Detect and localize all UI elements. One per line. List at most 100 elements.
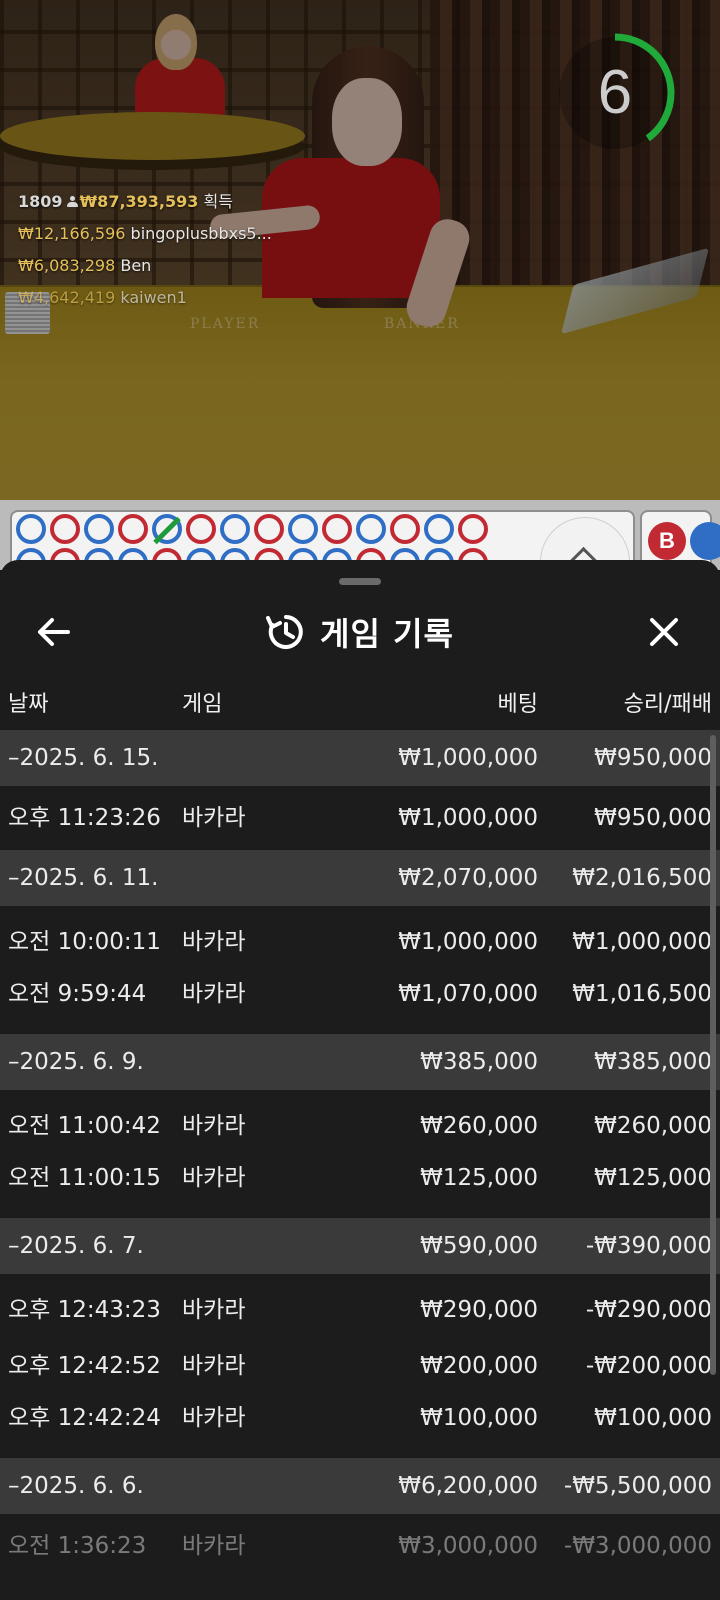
group-result-total: ₩950,000 <box>594 745 712 771</box>
page-title: 게임 기록 <box>320 615 454 653</box>
game-round-row[interactable]: 오전 1:36:23 바카라 ₩3,000,000 -₩3,000,000 <box>0 1514 720 1578</box>
date-group-row[interactable]: –2025. 6. 9. ₩385,000 ₩385,000 <box>0 1034 720 1090</box>
round-bet: ₩125,000 <box>420 1165 538 1191</box>
group-date: –2025. 6. 9. <box>8 1049 144 1075</box>
group-date: –2025. 6. 6. <box>8 1473 144 1499</box>
group-result-total: -₩5,500,000 <box>563 1473 712 1499</box>
title-group: 게임 기록 <box>0 586 720 678</box>
round-result: ₩1,000,000 <box>572 929 712 955</box>
round-time: 오전 10:00:11 <box>8 929 161 955</box>
player-bead <box>220 514 250 544</box>
arrow-left-icon <box>38 618 70 646</box>
round-result: ₩125,000 <box>594 1165 712 1191</box>
round-bet: ₩100,000 <box>420 1405 538 1431</box>
banker-bead <box>186 514 216 544</box>
round-result: ₩100,000 <box>594 1405 712 1431</box>
winners-total-suffix: 획득 <box>203 192 233 211</box>
date-group-row[interactable]: –2025. 6. 11. ₩2,070,000 ₩2,016,500 <box>0 850 720 906</box>
round-time: 오후 12:43:23 <box>8 1297 161 1323</box>
winner-row: ₩4,642,419 kaiwen1 <box>18 282 272 314</box>
banker-badge: B <box>648 522 686 560</box>
player-bead <box>84 514 114 544</box>
group-date: –2025. 6. 11. <box>8 865 159 891</box>
group-result-total: -₩390,000 <box>585 1233 712 1259</box>
winner-amount: ₩6,083,298 <box>18 256 116 275</box>
round-game: 바카라 <box>182 929 246 955</box>
game-history-sheet: 게임 기록 날짜 게임 베팅 승리/패배 –2025. 6. 15. ₩1,00… <box>0 560 720 1600</box>
back-button[interactable] <box>30 608 78 656</box>
round-game: 바카라 <box>182 1165 246 1191</box>
winner-amount: ₩4,642,419 <box>18 288 116 307</box>
group-date: –2025. 6. 7. <box>8 1233 144 1259</box>
round-bet: ₩1,000,000 <box>398 805 538 831</box>
banker-bead <box>458 514 488 544</box>
banker-bead <box>50 514 80 544</box>
winners-total: ₩87,393,593 <box>79 192 199 211</box>
round-bet: ₩260,000 <box>420 1113 538 1139</box>
round-result: ₩1,016,500 <box>572 981 712 1007</box>
close-button[interactable] <box>640 608 688 656</box>
countdown-timer: 6 <box>552 30 678 156</box>
person-icon <box>66 196 78 208</box>
winner-count: 1809 <box>18 192 63 211</box>
date-group-row[interactable]: –2025. 6. 15. ₩1,000,000 ₩950,000 <box>0 730 720 786</box>
banker-bead <box>254 514 284 544</box>
group-bet-total: ₩590,000 <box>420 1233 538 1259</box>
round-result: ₩260,000 <box>594 1113 712 1139</box>
player-bead <box>152 514 182 545</box>
round-time: 오전 11:00:42 <box>8 1113 161 1139</box>
history-list: –2025. 6. 15. ₩1,000,000 ₩950,000 오후 11:… <box>0 730 720 1578</box>
round-bet: ₩200,000 <box>420 1353 538 1379</box>
game-round-row[interactable]: 오전 11:00:42 바카라 ₩260,000 ₩260,000 <box>0 1090 720 1154</box>
close-icon <box>650 618 678 646</box>
round-game: 바카라 <box>182 1353 246 1379</box>
player-bead <box>16 514 46 544</box>
round-result: -₩3,000,000 <box>563 1533 712 1559</box>
history-icon <box>266 615 303 649</box>
round-bet: ₩3,000,000 <box>398 1533 538 1559</box>
round-game: 바카라 <box>182 805 246 831</box>
round-game: 바카라 <box>182 1533 246 1559</box>
column-result: 승리/패배 <box>623 692 712 717</box>
game-round-row[interactable]: 오후 12:42:24 바카라 ₩100,000 ₩100,000 <box>0 1394 720 1458</box>
date-group-row[interactable]: –2025. 6. 6. ₩6,200,000 -₩5,500,000 <box>0 1458 720 1514</box>
round-game: 바카라 <box>182 1297 246 1323</box>
game-round-row[interactable]: 오후 12:43:23 바카라 ₩290,000 -₩290,000 <box>0 1274 720 1338</box>
round-result: -₩200,000 <box>585 1353 712 1379</box>
round-bet: ₩1,070,000 <box>398 981 538 1007</box>
winner-amount: ₩12,166,596 <box>18 224 126 243</box>
date-group-row[interactable]: –2025. 6. 7. ₩590,000 -₩390,000 <box>0 1218 720 1274</box>
game-round-row[interactable]: 오전 10:00:11 바카라 ₩1,000,000 ₩1,000,000 <box>0 906 720 970</box>
tie-mark <box>153 516 181 545</box>
column-bet: 베팅 <box>497 692 538 717</box>
round-time: 오전 11:00:15 <box>8 1165 161 1191</box>
round-game: 바카라 <box>182 1405 246 1431</box>
game-round-row[interactable]: 오전 11:00:15 바카라 ₩125,000 ₩125,000 <box>0 1154 720 1218</box>
timer-seconds: 6 <box>597 58 633 127</box>
group-result-total: ₩2,016,500 <box>572 865 712 891</box>
round-game: 바카라 <box>182 1113 246 1139</box>
round-result: ₩950,000 <box>594 805 712 831</box>
group-bet-total: ₩6,200,000 <box>398 1473 538 1499</box>
drag-handle[interactable] <box>339 578 381 585</box>
round-time: 오후 12:42:52 <box>8 1353 161 1379</box>
column-date: 날짜 <box>8 692 49 717</box>
banker-bead <box>322 514 352 544</box>
winner-name: kaiwen1 <box>120 288 187 307</box>
game-round-row[interactable]: 오후 11:23:26 바카라 ₩1,000,000 ₩950,000 <box>0 786 720 850</box>
live-video-stream: PLAYER BANKER 1809₩87,393,593 획득 ₩12,166… <box>0 0 720 502</box>
group-date: –2025. 6. 15. <box>8 745 159 771</box>
game-round-row[interactable]: 오전 9:59:44 바카라 ₩1,070,000 ₩1,016,500 <box>0 970 720 1034</box>
player-bead <box>356 514 386 544</box>
round-time: 오전 9:59:44 <box>8 981 147 1007</box>
player-bead <box>424 514 454 544</box>
scrollbar[interactable] <box>710 735 716 1375</box>
group-bet-total: ₩2,070,000 <box>398 865 538 891</box>
round-time: 오후 12:42:24 <box>8 1405 161 1431</box>
winner-row: ₩6,083,298 Ben <box>18 250 272 282</box>
round-bet: ₩1,000,000 <box>398 929 538 955</box>
banker-bead <box>118 514 148 544</box>
game-round-row[interactable]: 오후 12:42:52 바카라 ₩200,000 -₩200,000 <box>0 1338 720 1394</box>
winners-summary: 1809 ₩87,393,593 획득 <box>18 186 272 218</box>
table-header: 날짜 게임 베팅 승리/패배 <box>0 686 720 728</box>
